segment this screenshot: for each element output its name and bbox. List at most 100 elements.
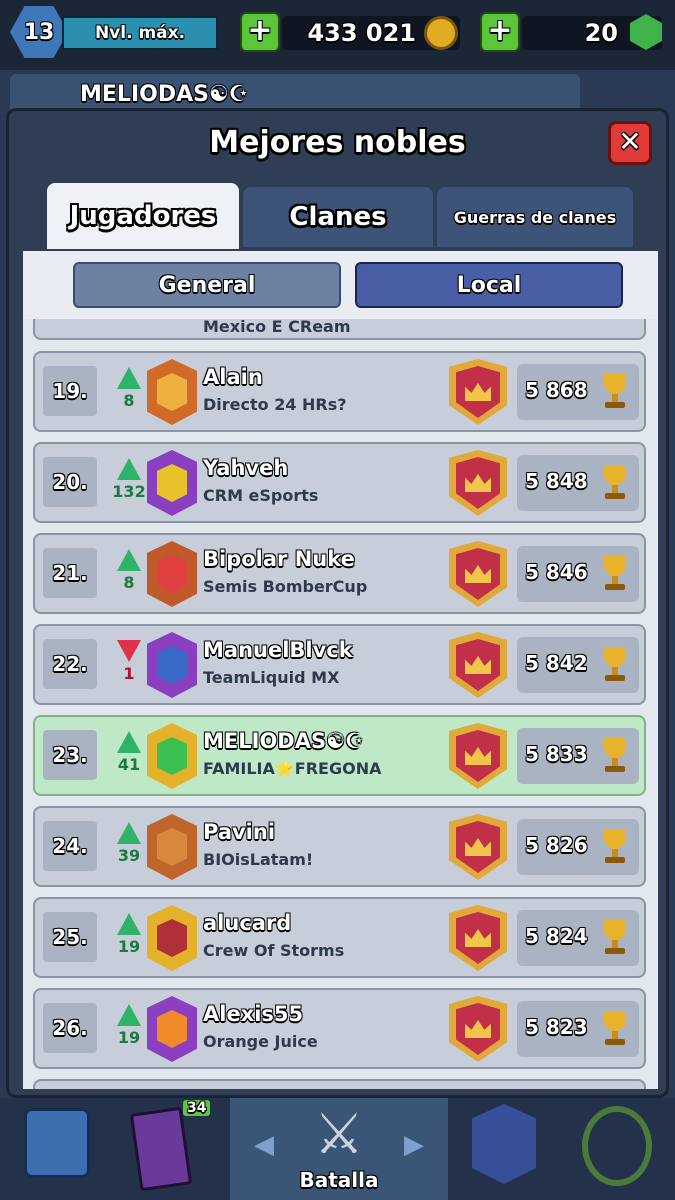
tab-clan-wars[interactable]: Guerras de clanes: [437, 187, 633, 247]
tab-players[interactable]: Jugadores: [47, 183, 239, 249]
table-row-current-player[interactable]: 23. 41 MELIODAS☯☪ FAMILIA⭐FREGONA 5 833: [33, 715, 646, 796]
player-clan-name: CRM eSports: [203, 486, 319, 505]
table-row[interactable]: 19. 8 Alain Directo 24 HRs? 5 868: [33, 351, 646, 432]
nav-battle[interactable]: ◀ ⚔ ▶ Batalla: [230, 1098, 448, 1200]
trophy-count-box: 5 868: [517, 364, 639, 420]
clan-badge-icon: [147, 723, 197, 789]
rank-up-arrow-icon: [117, 822, 141, 844]
rank-number: 23.: [43, 730, 97, 780]
trophy-count-box: 5 833: [517, 728, 639, 784]
player-clan-name: BIOisLatam!: [203, 850, 314, 869]
rank-number: 21.: [43, 548, 97, 598]
rank-up-arrow-icon: [117, 1004, 141, 1026]
league-badge-icon: [449, 905, 507, 971]
modal-title: Mejores nobles: [209, 125, 466, 160]
rank-up-arrow-icon: [117, 458, 141, 480]
nav-left-arrow-icon[interactable]: ◀: [254, 1130, 274, 1160]
clan-badge-icon: [147, 814, 197, 880]
rank-change: 39: [117, 846, 141, 865]
buy-gold-button[interactable]: +: [240, 12, 280, 52]
rank-number: 19.: [43, 366, 97, 416]
league-badge-icon: [449, 996, 507, 1062]
league-badge-icon: [449, 723, 507, 789]
player-clan-name: TeamLiquid MX: [203, 668, 340, 687]
top-status-bar: 13 Nvl. máx. + 433 021 + 20: [0, 0, 675, 70]
player-name: alucard: [203, 911, 292, 935]
rank-number: 24.: [43, 821, 97, 871]
rank-change: 19: [117, 1028, 141, 1047]
nav-cards[interactable]: 34: [115, 1098, 230, 1200]
cards-count-badge: 34: [183, 1100, 211, 1116]
clan-badge-icon: [147, 450, 197, 516]
row-partial-clan: Mexico E CReam: [203, 319, 351, 336]
clan-badge-icon: [147, 905, 197, 971]
close-button[interactable]: ✕: [608, 121, 652, 165]
clan-badge-icon: [147, 996, 197, 1062]
leaderboard-modal: Mejores nobles ✕ Jugadores Clanes Guerra…: [6, 108, 669, 1098]
rank-change: 8: [123, 573, 135, 592]
table-row-partial[interactable]: Mexico E CReam: [33, 319, 646, 340]
subtab-local[interactable]: Local: [355, 262, 623, 308]
trophy-icon: [599, 647, 631, 683]
rank-up-arrow-icon: [117, 913, 141, 935]
trophy-icon: [599, 465, 631, 501]
subtab-general[interactable]: General: [73, 262, 341, 308]
player-clan-name: FAMILIA⭐FREGONA: [203, 759, 382, 778]
table-row[interactable]: 24. 39 Pavini BIOisLatam! 5 826: [33, 806, 646, 887]
table-row[interactable]: 20. 132 Yahveh CRM eSports 5 848: [33, 442, 646, 523]
nav-clan[interactable]: [448, 1098, 560, 1200]
rank-up-arrow-icon: [117, 367, 141, 389]
trophy-count-box: 5 848: [517, 455, 639, 511]
trophy-count-box: 5 826: [517, 819, 639, 875]
player-clan-name: Semis BomberCup: [203, 577, 368, 596]
trophy-icon: [599, 1011, 631, 1047]
trophy-count-box: 5 842: [517, 637, 639, 693]
player-clan-name: Crew Of Storms: [203, 941, 345, 960]
region-subtabs: General Local: [23, 251, 658, 319]
player-name: Alain: [203, 365, 263, 389]
rank-number: 20.: [43, 457, 97, 507]
clan-badge-icon: [147, 359, 197, 425]
table-row[interactable]: 22. 1 ManuelBlvck TeamLiquid MX 5 842: [33, 624, 646, 705]
tab-clans[interactable]: Clanes: [243, 187, 433, 247]
level-badge[interactable]: 13: [10, 6, 68, 58]
trophy-count-box: 5 824: [517, 910, 639, 966]
nav-right-arrow-icon[interactable]: ▶: [404, 1130, 424, 1160]
level-label: Nvl. máx.: [62, 16, 218, 50]
trophy-icon: [599, 920, 631, 956]
trophy-count: 5 824: [525, 924, 588, 948]
league-badge-icon: [449, 814, 507, 880]
player-name: Yahveh: [203, 456, 289, 480]
gold-coin-icon: [424, 16, 458, 50]
player-clan-name: Orange Juice: [203, 1032, 318, 1051]
league-badge-icon: [449, 359, 507, 425]
trophy-count-box: 5 846: [517, 546, 639, 602]
rank-change: 1: [123, 664, 135, 683]
nav-shop[interactable]: [0, 1098, 115, 1200]
player-name: Pavini: [203, 820, 276, 844]
table-row[interactable]: 26. 19 Alexis55 Orange Juice 5 823: [33, 988, 646, 1069]
players-list[interactable]: Mexico E CReam 19. 8 Alain Directo 24 HRs? 5…: [23, 319, 658, 1089]
league-badge-icon: [449, 632, 507, 698]
rank-change: 8: [123, 391, 135, 410]
trophy-count: 5 868: [525, 378, 588, 402]
buy-gems-button[interactable]: +: [480, 12, 520, 52]
league-badge-icon: [449, 541, 507, 607]
clan-icon: [472, 1104, 536, 1184]
table-row[interactable]: 25. 19 alucard Crew Of Storms 5 824: [33, 897, 646, 978]
player-name: Bipolar Nuke: [203, 547, 355, 571]
rank-number: 25.: [43, 912, 97, 962]
nav-tournament[interactable]: [560, 1098, 675, 1200]
rank-number: 26.: [43, 1003, 97, 1053]
table-row[interactable]: 21. 8 Bipolar Nuke Semis BomberCup 5 846: [33, 533, 646, 614]
trophy-count-box: 5 823: [517, 1001, 639, 1057]
trophy-icon: [599, 374, 631, 410]
nav-battle-label: Batalla: [299, 1168, 379, 1192]
trophy-count: 5 833: [525, 742, 588, 766]
battle-swords-icon: ⚔: [313, 1102, 365, 1167]
table-row-partial[interactable]: [33, 1079, 646, 1089]
trophy-count: 5 842: [525, 651, 588, 675]
trophy-count: 5 848: [525, 469, 588, 493]
rank-down-arrow-icon: [117, 640, 141, 662]
trophy-icon: [599, 556, 631, 592]
